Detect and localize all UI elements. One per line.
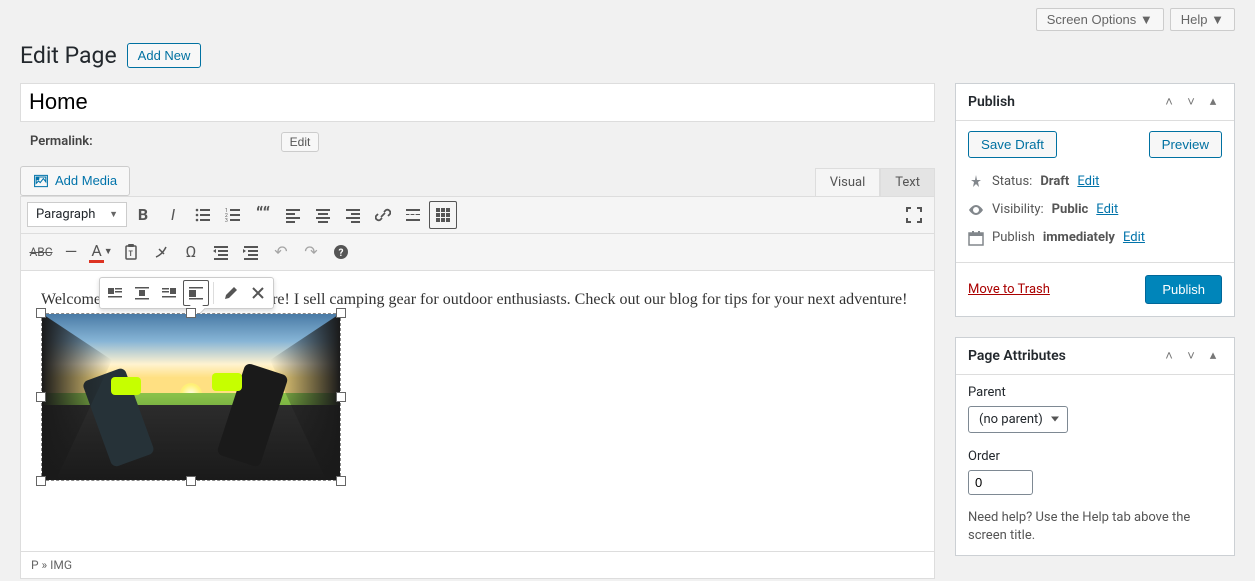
tab-visual[interactable]: Visual <box>815 168 881 196</box>
align-center-button[interactable] <box>309 201 337 229</box>
resize-handle[interactable] <box>186 476 196 486</box>
pin-icon <box>968 174 984 190</box>
image-toolbar <box>99 277 274 309</box>
special-char-button[interactable]: Ω <box>177 238 205 266</box>
visibility-edit-link[interactable]: Edit <box>1096 202 1118 217</box>
textcolor-button[interactable]: A▼ <box>87 238 115 266</box>
outdent-button[interactable] <box>207 238 235 266</box>
svg-text:T: T <box>129 250 134 258</box>
resize-handle[interactable] <box>336 476 346 486</box>
add-media-label: Add Media <box>55 173 117 188</box>
resize-handle[interactable] <box>186 308 196 318</box>
content-image[interactable] <box>41 313 341 481</box>
visibility-label: Visibility: <box>992 202 1044 217</box>
move-up-icon[interactable]: ˄ <box>1160 94 1178 110</box>
img-align-center-button[interactable] <box>129 280 155 306</box>
align-right-button[interactable] <box>339 201 367 229</box>
resize-handle[interactable] <box>36 476 46 486</box>
strikethrough-button[interactable]: ABC <box>27 238 55 266</box>
publish-button[interactable]: Publish <box>1145 275 1222 304</box>
page-heading: Edit Page <box>20 41 117 71</box>
publish-date-value: immediately <box>1043 230 1115 245</box>
add-media-button[interactable]: Add Media <box>20 166 130 196</box>
status-edit-link[interactable]: Edit <box>1077 174 1099 189</box>
move-down-icon[interactable]: ˅ <box>1182 94 1200 110</box>
eye-icon <box>968 202 984 218</box>
attributes-help-text: Need help? Use the Help tab above the sc… <box>968 509 1222 545</box>
img-align-none-button[interactable] <box>183 280 209 306</box>
readmore-button[interactable] <box>399 201 427 229</box>
post-title-input[interactable] <box>20 83 935 122</box>
resize-handle[interactable] <box>336 392 346 402</box>
link-button[interactable] <box>369 201 397 229</box>
italic-button[interactable]: I <box>159 201 187 229</box>
order-input[interactable] <box>968 470 1033 495</box>
preview-button[interactable]: Preview <box>1149 131 1222 158</box>
selected-image[interactable] <box>41 313 341 481</box>
resize-handle[interactable] <box>336 308 346 318</box>
tab-text[interactable]: Text <box>880 168 935 196</box>
numbered-list-button[interactable]: 123 <box>219 201 247 229</box>
visibility-value: Public <box>1052 202 1089 217</box>
publish-date-label: Publish <box>992 230 1035 245</box>
media-icon <box>33 173 49 189</box>
permalink-edit-button[interactable]: Edit <box>281 132 320 152</box>
img-edit-button[interactable] <box>218 280 244 306</box>
move-down-icon[interactable]: ˅ <box>1182 348 1200 364</box>
publish-heading: Publish <box>968 94 1015 110</box>
permalink-label: Permalink: <box>30 134 93 149</box>
clear-format-button[interactable] <box>147 238 175 266</box>
add-new-button[interactable]: Add New <box>127 43 202 68</box>
page-attributes-box: Page Attributes ˄ ˅ ▴ Parent (no parent)… <box>955 337 1235 556</box>
align-left-button[interactable] <box>279 201 307 229</box>
help-button[interactable]: Help ▼ <box>1170 8 1235 31</box>
editor-content-area[interactable]: Welcome to my awesome online store! I se… <box>21 271 934 551</box>
format-select[interactable]: Paragraph <box>27 202 127 227</box>
toolbar-toggle-button[interactable] <box>429 201 457 229</box>
indent-button[interactable] <box>237 238 265 266</box>
img-align-left-button[interactable] <box>102 280 128 306</box>
resize-handle[interactable] <box>36 308 46 318</box>
hr-button[interactable]: — <box>57 238 85 266</box>
attributes-heading: Page Attributes <box>968 348 1066 364</box>
svg-text:3: 3 <box>225 218 228 223</box>
calendar-icon <box>968 230 984 246</box>
fullscreen-button[interactable] <box>900 201 928 229</box>
undo-button[interactable]: ↶ <box>267 238 295 266</box>
move-to-trash-link[interactable]: Move to Trash <box>968 282 1050 297</box>
screen-options-button[interactable]: Screen Options ▼ <box>1036 8 1164 31</box>
publish-box: Publish ˄ ˅ ▴ Save Draft Preview Status: <box>955 83 1235 317</box>
img-remove-button[interactable] <box>245 280 271 306</box>
resize-handle[interactable] <box>36 392 46 402</box>
editor-status-path: P » IMG <box>21 551 934 578</box>
bold-button[interactable]: B <box>129 201 157 229</box>
blockquote-button[interactable]: ““ <box>249 201 277 229</box>
order-label: Order <box>968 449 1222 464</box>
save-draft-button[interactable]: Save Draft <box>968 131 1057 158</box>
redo-button[interactable]: ↷ <box>297 238 325 266</box>
bullet-list-button[interactable] <box>189 201 217 229</box>
help-icon-button[interactable]: ? <box>327 238 355 266</box>
paste-text-button[interactable]: T <box>117 238 145 266</box>
move-up-icon[interactable]: ˄ <box>1160 348 1178 364</box>
parent-label: Parent <box>968 385 1222 400</box>
img-align-right-button[interactable] <box>156 280 182 306</box>
status-value: Draft <box>1040 174 1069 189</box>
toggle-panel-icon[interactable]: ▴ <box>1204 348 1222 364</box>
publish-date-edit-link[interactable]: Edit <box>1123 230 1145 245</box>
toggle-panel-icon[interactable]: ▴ <box>1204 94 1222 110</box>
svg-text:?: ? <box>339 248 344 259</box>
status-label: Status: <box>992 174 1032 189</box>
parent-select[interactable]: (no parent) <box>968 406 1068 433</box>
